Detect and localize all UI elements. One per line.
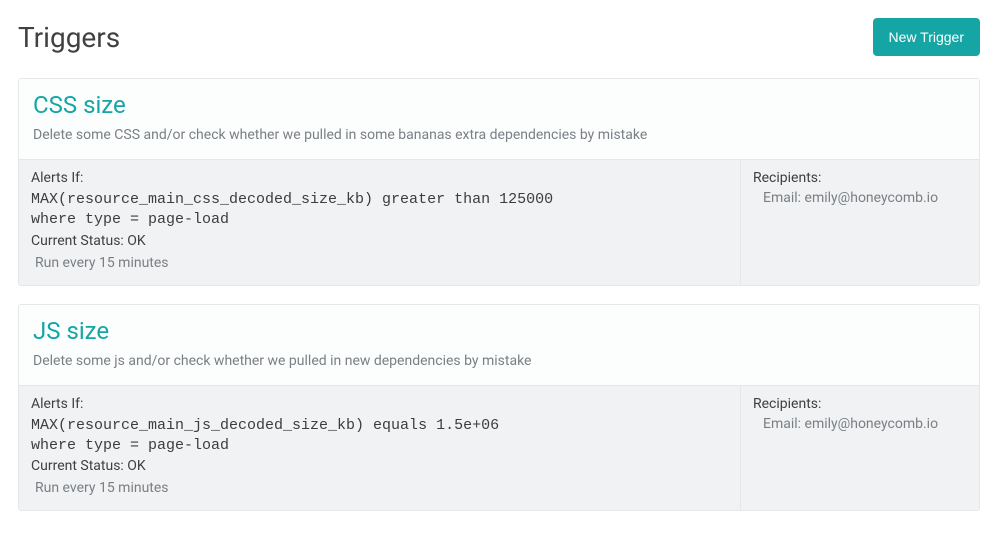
recipients-section: Recipients: Email: emily@honeycomb.io (741, 160, 979, 285)
trigger-description: Delete some CSS and/or check whether we … (33, 127, 965, 143)
trigger-card: CSS size Delete some CSS and/or check wh… (18, 78, 980, 286)
alerts-label: Alerts If: (31, 396, 728, 412)
trigger-title-link[interactable]: CSS size (33, 91, 965, 119)
condition-where: where type = page-load (31, 210, 728, 230)
recipient-email: Email: emily@honeycomb.io (753, 190, 967, 206)
frequency-line: Run every 15 minutes (31, 480, 728, 496)
status-line: Current Status: OK (31, 458, 728, 474)
recipients-label: Recipients: (753, 170, 967, 186)
frequency-line: Run every 15 minutes (31, 255, 728, 271)
alerts-label: Alerts If: (31, 170, 728, 186)
trigger-card-head: CSS size Delete some CSS and/or check wh… (19, 79, 979, 159)
condition-where: where type = page-load (31, 436, 728, 456)
status-line: Current Status: OK (31, 233, 728, 249)
new-trigger-button[interactable]: New Trigger (873, 18, 980, 56)
recipient-email: Email: emily@honeycomb.io (753, 416, 967, 432)
trigger-card-head: JS size Delete some js and/or check whet… (19, 305, 979, 385)
trigger-card-body: Alerts If: MAX(resource_main_js_decoded_… (19, 385, 979, 511)
alerts-section: Alerts If: MAX(resource_main_js_decoded_… (19, 386, 741, 511)
trigger-title-link[interactable]: JS size (33, 317, 965, 345)
condition-expression: MAX(resource_main_css_decoded_size_kb) g… (31, 190, 728, 210)
recipients-label: Recipients: (753, 396, 967, 412)
trigger-description: Delete some js and/or check whether we p… (33, 353, 965, 369)
trigger-card: JS size Delete some js and/or check whet… (18, 304, 980, 512)
recipients-section: Recipients: Email: emily@honeycomb.io (741, 386, 979, 511)
page-title: Triggers (18, 21, 120, 54)
page-header: Triggers New Trigger (18, 18, 980, 56)
condition-expression: MAX(resource_main_js_decoded_size_kb) eq… (31, 416, 728, 436)
trigger-card-body: Alerts If: MAX(resource_main_css_decoded… (19, 159, 979, 285)
alerts-section: Alerts If: MAX(resource_main_css_decoded… (19, 160, 741, 285)
